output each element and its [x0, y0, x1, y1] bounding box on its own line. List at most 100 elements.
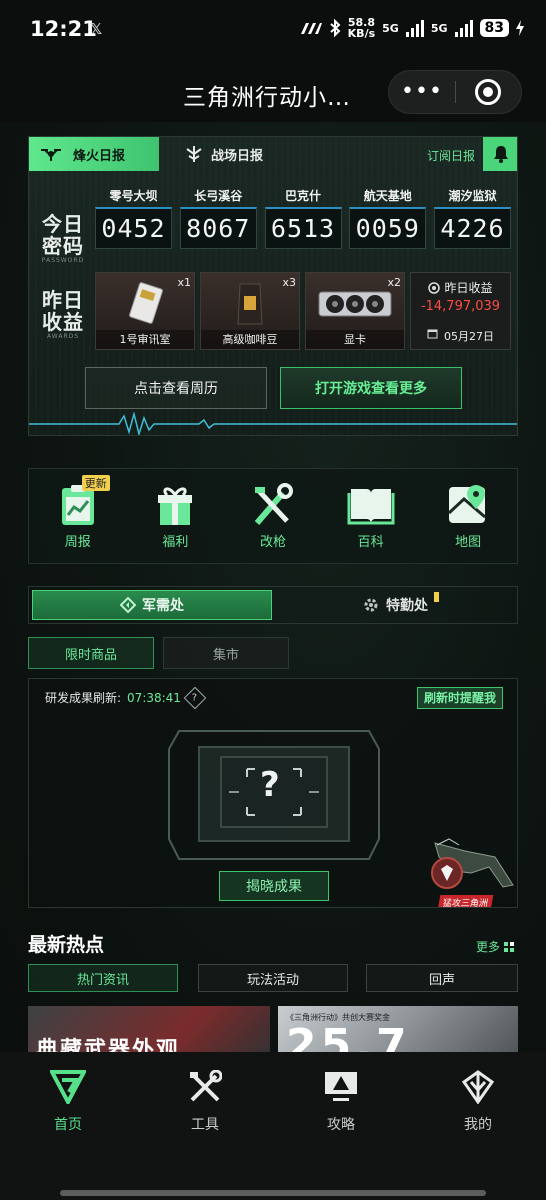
- open-game-button[interactable]: 打开游戏查看更多: [280, 367, 462, 409]
- system-home-indicator[interactable]: [60, 1190, 486, 1196]
- nav-gun-mod[interactable]: 改枪: [233, 482, 313, 550]
- password-code: 6513: [264, 207, 342, 249]
- coin-icon: [428, 281, 441, 294]
- page-title: 三角洲行动小…: [183, 85, 351, 111]
- bell-icon: [494, 146, 508, 163]
- map-name: 巴克什: [284, 189, 321, 203]
- more-link[interactable]: 更多: [476, 938, 515, 955]
- tab-tools[interactable]: 工具: [165, 1069, 245, 1134]
- more-menu-button[interactable]: •••: [389, 70, 455, 114]
- reveal-result-button[interactable]: 揭晓成果: [219, 871, 329, 901]
- yesterday-awards-text: 昨日 收益: [42, 288, 84, 334]
- tab-service-label: 特勤处: [386, 598, 428, 614]
- news-cards: 典藏武器外观 《三角洲行动》共创大赛奖金 25.7: [28, 1006, 518, 1052]
- bell-button[interactable]: [483, 137, 517, 171]
- research-refresh-timer: 研发成果刷新: 07:38:41 ?: [45, 686, 207, 709]
- tab-echo[interactable]: 回声: [366, 964, 518, 992]
- reward-item[interactable]: x3 高级咖啡豆: [200, 272, 300, 350]
- map-names: 零号大坝 长弓溪谷 巴克什 航天基地 潮汐监狱: [95, 187, 511, 204]
- reward-count: x1: [177, 276, 191, 289]
- profile-logo-icon: [461, 1070, 495, 1105]
- refresh-countdown: 07:38:41: [127, 690, 181, 705]
- x-app-icon: 𝕏: [90, 20, 103, 38]
- main-content[interactable]: 烽火日报 战场日报 订阅日报 今日 密码 PASSWORD 零号大坝 长弓溪谷 …: [0, 122, 546, 1052]
- close-mini-program-button[interactable]: [456, 79, 521, 105]
- reward-item[interactable]: x2 显卡: [305, 272, 405, 350]
- password-code: 0452: [95, 207, 172, 249]
- more-label: 更多: [476, 940, 501, 954]
- tab-fire-daily[interactable]: 烽火日报: [29, 137, 159, 171]
- reward-name: 显卡: [306, 330, 404, 349]
- password-code: 8067: [179, 207, 257, 249]
- news-card[interactable]: 《三角洲行动》共创大赛奖金 25.7: [278, 1006, 518, 1052]
- awards-subtext: AWARDS: [46, 333, 80, 340]
- tab-home[interactable]: 首页: [28, 1070, 108, 1134]
- tab-label: 攻略: [327, 1117, 355, 1133]
- news-card[interactable]: 典藏武器外观: [28, 1006, 270, 1052]
- tab-battle-daily[interactable]: 战场日报: [175, 137, 305, 171]
- drone-icon: [41, 149, 61, 161]
- daily-report-panel: 烽火日报 战场日报 订阅日报 今日 密码 PASSWORD 零号大坝 长弓溪谷 …: [28, 136, 518, 436]
- tools-icon: [190, 1069, 223, 1102]
- password-codes: 0452 8067 6513 0059 4226: [95, 207, 511, 249]
- reward-items: x1 1号审讯室 x3 高级咖啡豆 x2 显卡 昨日收益 -14,797,039…: [95, 272, 511, 350]
- yesterday-income-title: 昨日收益: [411, 279, 510, 296]
- status-time: 12:21: [30, 17, 97, 41]
- network-type-1: 5G: [382, 21, 399, 35]
- tab-military-supply[interactable]: 军需处: [32, 590, 272, 620]
- today-password-text: 今日 密码: [42, 212, 84, 258]
- nav-map[interactable]: 地图: [428, 483, 508, 550]
- tab-guides[interactable]: 攻略: [301, 1070, 381, 1134]
- bluetooth-icon: [329, 19, 341, 37]
- nav-weekly-report[interactable]: 更新 周报: [38, 474, 118, 550]
- gift-icon: [158, 487, 193, 525]
- view-weekly-calendar-button[interactable]: 点击查看周历: [85, 367, 267, 409]
- password-code: 4226: [434, 207, 511, 249]
- reward-count: x2: [387, 276, 401, 289]
- mini-program-capsule: •••: [388, 70, 522, 114]
- diamond-arrow-icon: [120, 597, 136, 613]
- help-icon[interactable]: ?: [183, 686, 207, 709]
- yesterday-income-value: -14,797,039: [420, 299, 501, 314]
- map-name: 长弓溪谷: [194, 189, 243, 203]
- today-password-label: 今日 密码 PASSWORD: [37, 213, 89, 265]
- password-subtext: PASSWORD: [41, 257, 85, 264]
- tab-military-label: 军需处: [142, 598, 184, 614]
- news-tabs: 热门资讯 玩法活动 回声: [28, 964, 518, 992]
- charging-icon: [516, 20, 524, 36]
- reward-item[interactable]: x1 1号审讯室: [95, 272, 195, 350]
- news-card-number: 25.7: [286, 1020, 411, 1053]
- network-type-2: 5G: [430, 21, 448, 35]
- home-logo-icon: [48, 1070, 88, 1107]
- tab-special-service[interactable]: 特勤处: [274, 590, 516, 620]
- cell-signal-icon: [454, 19, 473, 37]
- refresh-label: 研发成果刷新:: [45, 691, 122, 705]
- tab-hot-news[interactable]: 热门资讯: [28, 964, 178, 992]
- network-speed: 58.8 KB/s: [348, 17, 375, 39]
- status-bar: 12:21 𝕏 58.8 KB/s 5G 5G 83: [0, 0, 546, 62]
- subscribe-daily-link[interactable]: 订阅日报: [427, 147, 475, 164]
- remind-on-refresh-button[interactable]: 刷新时提醒我: [416, 687, 503, 709]
- tab-fire-label: 烽火日报: [73, 148, 126, 164]
- tab-mine[interactable]: 我的: [438, 1070, 518, 1134]
- nav-welfare[interactable]: 福利: [135, 483, 215, 550]
- signal-strength-icon: [300, 23, 322, 34]
- tab-limited-goods[interactable]: 限时商品: [28, 637, 154, 669]
- yesterday-awards-label: 昨日 收益 AWARDS: [37, 289, 89, 341]
- password-code: 0059: [349, 207, 427, 249]
- grid-icon: [504, 941, 515, 952]
- nav-label: 地图: [455, 534, 482, 550]
- reward-name: 1号审讯室: [96, 330, 194, 349]
- nav-encyclopedia[interactable]: 百科: [331, 483, 411, 550]
- audio-wave-decoration: [29, 412, 517, 435]
- battery-icon: 83: [479, 19, 509, 37]
- tab-events[interactable]: 玩法活动: [198, 964, 348, 992]
- tab-label: 工具: [191, 1117, 219, 1133]
- mini-program-titlebar: 三角洲行动小… •••: [0, 62, 546, 122]
- reward-count: x3: [282, 276, 296, 289]
- nav-label: 福利: [162, 534, 189, 550]
- target-icon: [475, 79, 502, 105]
- monitor-icon: [325, 1072, 357, 1101]
- tab-market[interactable]: 集市: [163, 637, 289, 669]
- speed-unit: KB/s: [347, 27, 376, 40]
